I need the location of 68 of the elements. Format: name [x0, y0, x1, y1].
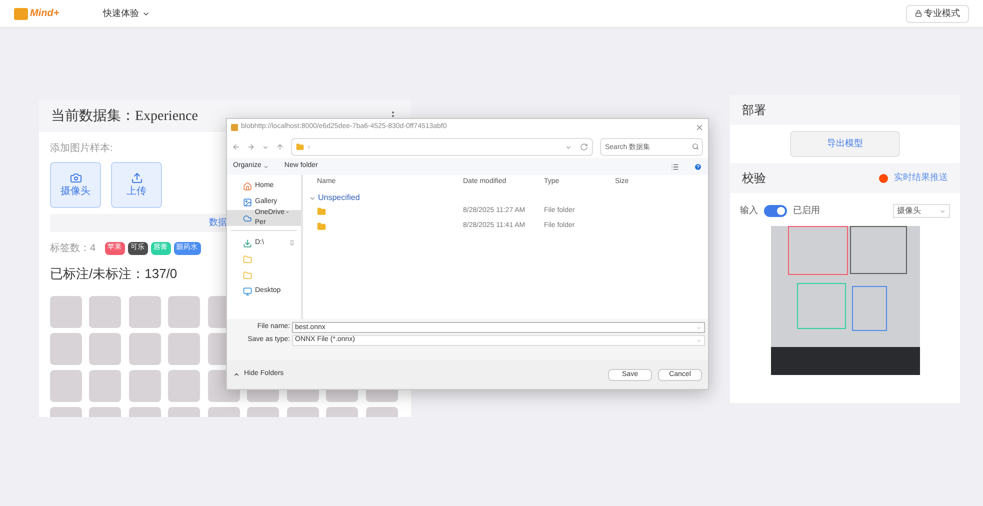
search-icon: [692, 143, 699, 150]
camera-icon: [70, 172, 82, 184]
add-image-button[interactable]: 上传: [111, 162, 162, 208]
caret-icon: [939, 208, 946, 214]
app-icon: [231, 124, 238, 131]
photo-placeholder: [89, 296, 122, 328]
folder-icon: [296, 143, 304, 151]
address-field[interactable]: [291, 138, 593, 156]
upload-icon: [130, 172, 142, 184]
photo-placeholder: [168, 332, 200, 364]
photo-placeholder: [89, 370, 122, 402]
folder-icon: [243, 270, 252, 280]
photo-placeholder: [50, 332, 82, 364]
view-icon[interactable]: [671, 162, 679, 170]
pro-mode-button[interactable]: 专业模式: [906, 4, 969, 22]
caret-icon: [696, 338, 702, 344]
photo-placeholder: [128, 332, 161, 364]
annotation-count: 已标注/未标注：137/0: [50, 265, 178, 283]
logo-text: Mind+: [30, 7, 60, 21]
bar-text: 数据: [209, 216, 227, 230]
panel-title: 校验: [742, 170, 767, 187]
photo-placeholder: [128, 370, 161, 402]
up-icon[interactable]: [276, 143, 284, 151]
photo-placeholder: [89, 332, 122, 364]
detection-box: [852, 286, 886, 331]
tag-count: 标签数：4: [50, 242, 96, 256]
caret-icon[interactable]: [696, 325, 702, 331]
caret-icon: [233, 371, 240, 378]
help-icon[interactable]: [694, 162, 702, 170]
forward-icon[interactable]: [247, 143, 255, 151]
refresh-icon[interactable]: [580, 143, 588, 151]
panel-title: 当前数据集：Experience: [51, 106, 198, 126]
toggle-state: 已启用: [793, 204, 820, 218]
add-image-button[interactable]: 摄像头: [50, 162, 101, 208]
cloud-icon: [243, 214, 252, 222]
folder-icon: [317, 222, 326, 231]
photo-placeholder: [168, 296, 200, 328]
home-icon: [243, 182, 252, 190]
source-select[interactable]: 摄像头: [893, 204, 950, 218]
pin-icon: [289, 240, 295, 246]
chevron-right-icon: [306, 144, 312, 150]
gallery-icon: [243, 198, 252, 206]
toggle-switch[interactable]: [764, 205, 787, 217]
photo-placeholder: [50, 370, 82, 402]
detection-box: [850, 226, 906, 274]
folder-icon: [317, 207, 326, 216]
quick-start-menu[interactable]: 快速体验: [103, 6, 150, 20]
chevron-down-icon[interactable]: [262, 144, 269, 150]
group-label: Unspecified: [318, 192, 360, 204]
panel-title: 部署: [742, 102, 766, 119]
logo-icon: [14, 8, 28, 20]
caret-icon: [263, 164, 270, 170]
lock-icon: [915, 10, 922, 17]
photo-placeholder: [168, 370, 200, 402]
folder-icon: [243, 254, 252, 264]
export-model-button[interactable]: 导出模型: [790, 131, 900, 157]
chevron-down-icon[interactable]: [309, 194, 316, 202]
section-label: 添加图片样本:: [50, 142, 113, 156]
photo-placeholder: [50, 296, 82, 328]
back-icon[interactable]: [232, 143, 240, 151]
download-icon: [243, 238, 252, 248]
input-label: 输入: [740, 204, 758, 218]
monitor-icon: [243, 286, 252, 296]
photo-placeholder: [128, 296, 161, 328]
close-icon[interactable]: [695, 123, 704, 132]
chevron-down-icon[interactable]: [565, 144, 572, 150]
detection-box: [796, 283, 846, 329]
detection-box: [788, 226, 848, 275]
